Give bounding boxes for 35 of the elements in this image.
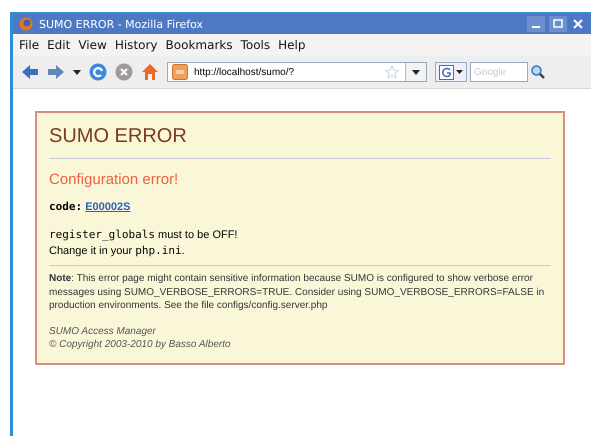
menu-item[interactable]: View xyxy=(78,38,107,52)
search-engine-button[interactable] xyxy=(435,62,467,82)
code-label: code: xyxy=(49,200,82,213)
note-text: Note: This error page might contain sensitive information because SUMO is configured to show verbose error messages using SUMO_VERBOSE_ERRORS=TRUE. Consider using SUMO_VERBOSE_ERRORS=FALSE in production environments. See the file configs/config.server.php xyxy=(49,272,546,312)
window-title: SUMO ERROR - Mozilla Firefox xyxy=(39,18,204,30)
menu-item[interactable]: Tools xyxy=(240,38,270,52)
home-icon[interactable] xyxy=(141,63,159,81)
menu-item[interactable]: File xyxy=(19,38,40,52)
engine-logo-icon xyxy=(439,64,454,80)
error-code-link[interactable]: E00002S xyxy=(85,201,130,213)
error-title: SUMO ERROR xyxy=(49,125,188,148)
error-message: Change it in your php.ini. xyxy=(49,243,186,259)
page-icon xyxy=(172,64,188,80)
footer-text: SUMO Access Manager xyxy=(49,324,157,338)
menu-item[interactable]: Help xyxy=(278,38,306,52)
error-heading: Configuration error! xyxy=(49,171,180,188)
stop-icon[interactable] xyxy=(115,63,133,81)
maximize-icon[interactable] xyxy=(549,16,567,32)
reload-icon[interactable] xyxy=(89,63,107,81)
menu-item[interactable]: Edit xyxy=(47,38,70,52)
caret-icon xyxy=(412,70,420,74)
footer-text: © Copyright 2003-2010 by Basso Alberto xyxy=(49,338,232,350)
caret-icon xyxy=(456,70,463,74)
star-icon[interactable] xyxy=(385,65,399,79)
menu-item[interactable]: Bookmarks xyxy=(166,38,233,52)
search-icon[interactable] xyxy=(531,65,545,79)
error-message: register_globals must to be OFF! xyxy=(49,227,238,243)
back-arrow-icon[interactable] xyxy=(21,64,39,80)
caret-icon[interactable] xyxy=(73,70,81,74)
search-field[interactable]: Google xyxy=(470,62,528,82)
address-field[interactable]: http://localhost/sumo/? xyxy=(167,62,427,82)
minimize-icon[interactable] xyxy=(527,16,545,32)
forward-arrow-icon[interactable] xyxy=(47,64,65,80)
menu-item[interactable]: History xyxy=(114,38,158,52)
dropdown-button[interactable] xyxy=(405,63,426,81)
